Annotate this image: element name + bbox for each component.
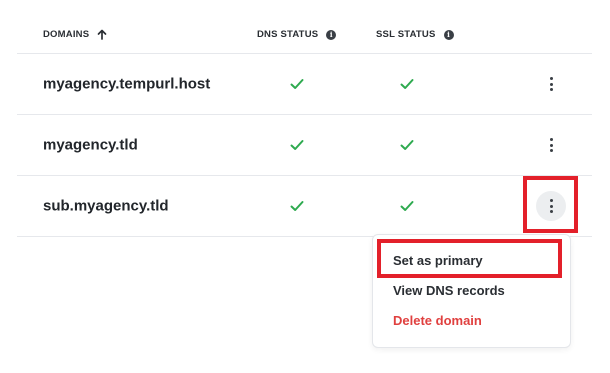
- kebab-menu-icon[interactable]: [536, 191, 566, 221]
- column-header-dns-status-label: DNS STATUS: [257, 29, 319, 40]
- column-header-ssl-status-label: SSL STATUS: [376, 29, 436, 40]
- domain-name: myagency.tld: [43, 136, 138, 154]
- row-actions-menu: Set as primary View DNS records Delete d…: [372, 234, 571, 348]
- domain-name: sub.myagency.tld: [43, 197, 169, 215]
- info-icon[interactable]: i: [326, 29, 337, 40]
- check-icon: [290, 201, 304, 211]
- domains-table: DOMAINS DNS STATUS i SSL STATUS i myagen…: [17, 13, 592, 237]
- table-header: DOMAINS DNS STATUS i SSL STATUS i: [17, 13, 592, 54]
- column-header-domains[interactable]: DOMAINS: [43, 29, 107, 40]
- info-icon[interactable]: i: [443, 29, 454, 40]
- domain-name: myagency.tempurl.host: [43, 75, 211, 93]
- menu-item-delete-domain[interactable]: Delete domain: [393, 313, 482, 328]
- table-row: sub.myagency.tld: [17, 176, 592, 237]
- check-icon: [400, 140, 414, 150]
- check-icon: [400, 201, 414, 211]
- table-row: myagency.tempurl.host: [17, 54, 592, 115]
- column-header-ssl-status: SSL STATUS i: [376, 29, 454, 40]
- arrow-up-icon[interactable]: [97, 29, 107, 40]
- kebab-menu-icon[interactable]: [536, 69, 566, 99]
- column-header-domains-label: DOMAINS: [43, 29, 90, 40]
- menu-item-set-as-primary[interactable]: Set as primary: [393, 253, 483, 268]
- table-row: myagency.tld: [17, 115, 592, 176]
- check-icon: [400, 79, 414, 89]
- menu-item-view-dns-records[interactable]: View DNS records: [393, 283, 505, 298]
- check-icon: [290, 140, 304, 150]
- column-header-dns-status: DNS STATUS i: [257, 29, 337, 40]
- kebab-menu-icon[interactable]: [536, 130, 566, 160]
- check-icon: [290, 79, 304, 89]
